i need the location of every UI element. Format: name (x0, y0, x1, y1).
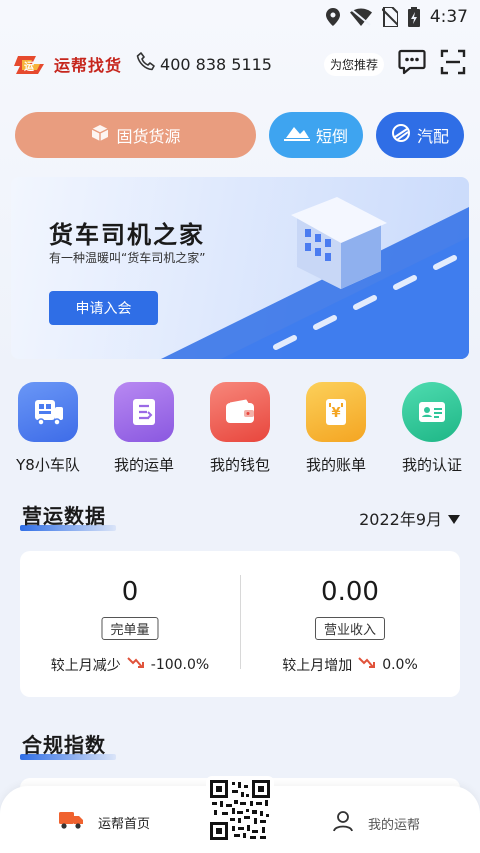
short-haul-button[interactable]: 短倒 (269, 112, 363, 158)
quick-item-label: 我的认证 (401, 456, 462, 474)
trend-down-icon (127, 656, 145, 674)
driver-home-banner[interactable]: 货车司机之家 有一种温暖叫“货车司机之家” 申请入会 (11, 177, 469, 359)
hotline-number: 400 838 5115 (160, 54, 272, 74)
wallet-icon (210, 382, 270, 442)
phone-icon (136, 52, 156, 76)
revenue-stat[interactable]: 0.00 营业收入 较上月增加 0.0% (240, 551, 460, 697)
compliance-title: 合规指数 (22, 733, 106, 757)
quick-item-label: Y8小车队 (16, 456, 80, 474)
recommend-badge[interactable]: 为您推荐 (323, 52, 384, 76)
compare-label: 较上月增加 (282, 658, 353, 674)
bill-icon: ¥ (306, 382, 366, 442)
revenue-label: 营业收入 (314, 617, 386, 640)
quick-item-fleet[interactable]: Y8小车队 (0, 382, 96, 475)
scan-icon[interactable] (440, 49, 466, 79)
status-bar: 4:37 (0, 0, 480, 34)
fixed-cargo-button[interactable]: 固货货源 (15, 112, 256, 158)
hotline[interactable]: 400 838 5115 (136, 52, 272, 76)
truck-icon (58, 810, 84, 834)
message-icon[interactable] (398, 49, 426, 79)
operations-card: 0 完单量 较上月减少 -100.0% 0.00 营业收入 较上月增加 0.0% (20, 551, 460, 697)
quick-item-label: 我的运单 (113, 456, 174, 474)
trend-down-icon (358, 656, 376, 674)
nav-home-label: 运帮首页 (98, 816, 151, 832)
nav-mine[interactable]: 我的运帮 (332, 810, 420, 836)
month-selector[interactable]: 2022年9月 (359, 506, 460, 530)
road-illustration (161, 197, 469, 359)
app-logo: 运 运帮找货 (14, 52, 122, 76)
caret-down-icon (448, 509, 460, 528)
id-card-icon (402, 382, 462, 442)
auto-parts-label: 汽配 (416, 127, 449, 146)
completed-orders-label: 完单量 (101, 617, 159, 640)
wifi-icon (349, 8, 372, 26)
user-icon (332, 810, 354, 836)
no-sim-icon (381, 7, 398, 27)
completed-orders-stat[interactable]: 0 完单量 较上月减少 -100.0% (20, 551, 240, 697)
qr-code[interactable] (206, 776, 274, 844)
quick-item-certification[interactable]: 我的认证 (384, 382, 480, 475)
svg-text:¥: ¥ (331, 406, 340, 421)
waybill-icon (114, 382, 174, 442)
banner-subtitle: 有一种温暖叫“货车司机之家” (49, 251, 206, 265)
location-icon (325, 8, 340, 26)
short-haul-icon (283, 124, 310, 146)
nav-home[interactable]: 运帮首页 (58, 810, 150, 834)
auto-parts-button[interactable]: 汽配 (376, 112, 464, 158)
quick-item-wallet[interactable]: 我的钱包 (192, 382, 288, 475)
logo-mark-icon: 运 (14, 52, 50, 76)
completed-orders-compare: 较上月减少 -100.0% (20, 655, 240, 675)
compare-label: 较上月减少 (50, 658, 121, 674)
truck-fleet-icon (18, 382, 78, 442)
quick-menu: Y8小车队 我的运单 我的钱包 ¥ 我的账单 我的认证 (0, 382, 480, 477)
quick-item-waybill[interactable]: 我的运单 (96, 382, 192, 475)
app-header: 运 运帮找货 400 838 5115 为您推荐 (14, 46, 466, 82)
short-haul-label: 短倒 (315, 127, 348, 146)
month-value: 2022年9月 (359, 510, 442, 529)
box-icon (90, 124, 110, 146)
revenue-compare: 较上月增加 0.0% (240, 655, 460, 675)
app-name: 运帮找货 (54, 56, 123, 75)
fixed-cargo-label: 固货货源 (116, 127, 181, 146)
quick-item-label: 我的账单 (305, 456, 366, 474)
nav-mine-label: 我的运帮 (368, 817, 421, 833)
quick-item-label: 我的钱包 (209, 456, 270, 474)
battery-icon (407, 7, 420, 27)
apply-membership-button[interactable]: 申请入会 (49, 291, 158, 325)
wheel-icon (391, 123, 411, 147)
compare-value: -100.0% (150, 657, 210, 673)
svg-text:运: 运 (24, 61, 34, 73)
qr-code-icon (210, 780, 270, 840)
status-time: 4:37 (429, 7, 468, 27)
banner-title: 货车司机之家 (49, 221, 205, 249)
compare-value: 0.0% (382, 657, 418, 673)
revenue-value: 0.00 (321, 577, 379, 607)
quick-item-bill[interactable]: ¥ 我的账单 (288, 382, 384, 475)
completed-orders-value: 0 (121, 577, 139, 607)
operations-title: 营运数据 (22, 504, 106, 528)
